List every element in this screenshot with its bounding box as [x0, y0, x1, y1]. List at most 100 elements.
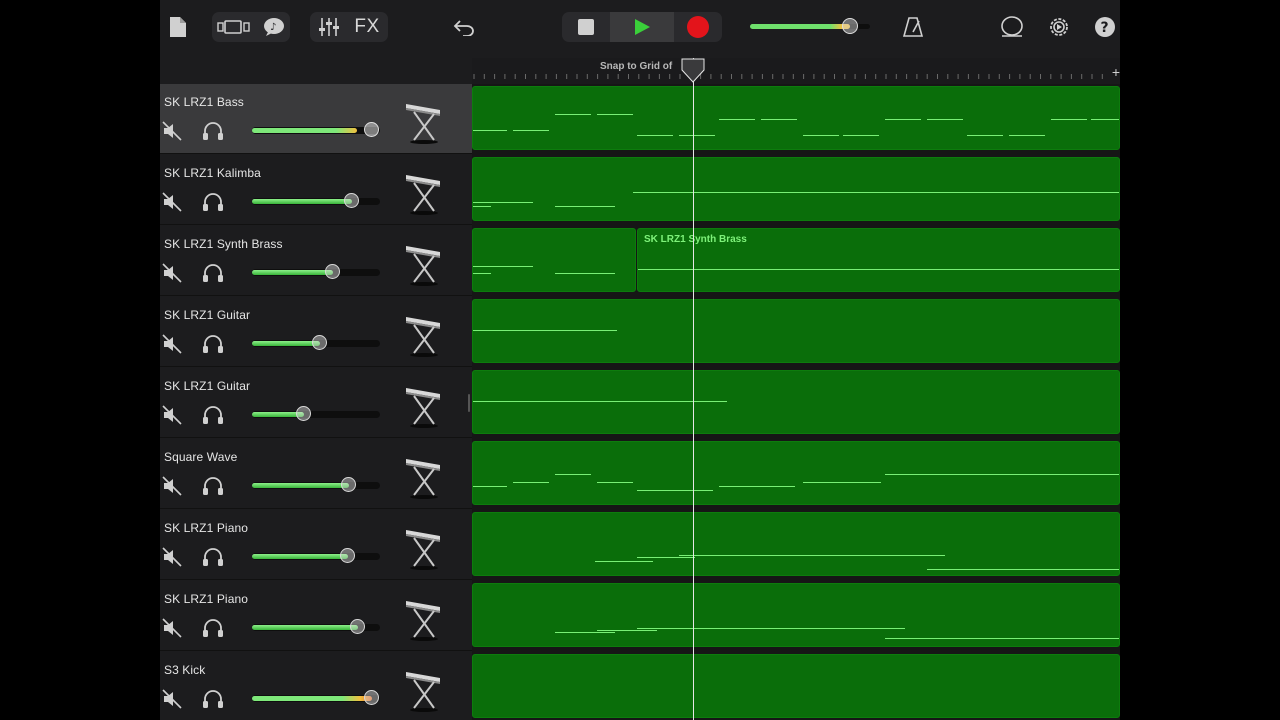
transport-controls	[562, 12, 722, 42]
track-name: SK LRZ1 Kalimba	[164, 166, 261, 180]
region-guitar-2[interactable]	[472, 370, 1120, 434]
volume-fill	[252, 554, 348, 559]
volume-fill	[252, 341, 320, 346]
mute-icon[interactable]	[162, 547, 182, 567]
mute-icon[interactable]	[162, 121, 182, 141]
region-guitar-1[interactable]	[472, 299, 1120, 363]
track-lane-guitar-1	[472, 297, 1120, 367]
headphones-icon[interactable]	[202, 547, 224, 567]
loop-browser-icon[interactable]	[998, 14, 1026, 40]
volume-knob[interactable]	[350, 619, 366, 634]
volume-knob[interactable]	[364, 122, 379, 137]
track-header[interactable]: SK LRZ1 Synth Brass	[160, 226, 472, 296]
mixer-icon[interactable]	[318, 17, 340, 37]
timeline-ruler[interactable]: +	[472, 58, 1120, 85]
volume-knob[interactable]	[340, 548, 355, 563]
master-volume-slider[interactable]	[750, 18, 870, 34]
keyboard-instrument-icon	[402, 94, 446, 146]
track-volume-slider[interactable]	[252, 122, 380, 137]
keyboard-instrument-icon	[402, 307, 446, 359]
track-lane-guitar-2	[472, 368, 1120, 438]
headphones-icon[interactable]	[202, 263, 224, 283]
track-header[interactable]: Square Wave	[160, 439, 472, 509]
headphones-icon[interactable]	[202, 618, 224, 638]
mute-icon[interactable]	[162, 689, 182, 709]
track-header[interactable]: SK LRZ1 Piano	[160, 581, 472, 651]
mute-icon[interactable]	[162, 263, 182, 283]
track-volume-slider[interactable]	[252, 335, 380, 350]
region-bass[interactable]	[472, 86, 1120, 150]
track-volume-slider[interactable]	[252, 477, 380, 492]
headphones-icon[interactable]	[202, 476, 224, 496]
track-name: SK LRZ1 Synth Brass	[164, 237, 283, 251]
track-header[interactable]: SK LRZ1 Guitar	[160, 368, 472, 438]
stop-icon[interactable]	[562, 12, 610, 42]
region-synth-brass-1[interactable]	[472, 228, 636, 292]
view-controls: ♪	[212, 12, 290, 42]
headphones-icon[interactable]	[202, 689, 224, 709]
fx-button[interactable]: FX	[354, 16, 379, 38]
track-volume-slider[interactable]	[252, 690, 380, 705]
help-icon[interactable]: ?	[1094, 16, 1116, 38]
play-icon[interactable]	[610, 12, 674, 42]
svg-text:?: ?	[1101, 20, 1109, 36]
track-header[interactable]: SK LRZ1 Piano	[160, 510, 472, 580]
record-icon[interactable]	[674, 12, 722, 42]
headphones-icon[interactable]	[202, 121, 224, 141]
add-section-icon[interactable]: +	[1112, 64, 1120, 80]
my-songs-icon[interactable]	[166, 14, 190, 40]
metronome-icon[interactable]	[900, 14, 926, 40]
region-piano-1[interactable]	[472, 512, 1120, 576]
mute-icon[interactable]	[162, 476, 182, 496]
volume-knob[interactable]	[311, 335, 327, 350]
track-header[interactable]: SK LRZ1 Guitar	[160, 297, 472, 367]
volume-fill	[252, 696, 373, 701]
volume-knob[interactable]	[343, 193, 359, 208]
track-volume-slider[interactable]	[252, 619, 380, 634]
settings-icon[interactable]	[1046, 14, 1072, 40]
loops-icon[interactable]: ♪	[263, 17, 285, 37]
volume-knob[interactable]	[341, 477, 357, 492]
headphones-icon[interactable]	[202, 192, 224, 212]
headphones-icon[interactable]	[202, 405, 224, 425]
volume-knob[interactable]	[364, 690, 380, 705]
volume-fill	[252, 483, 350, 488]
volume-fill	[252, 625, 359, 630]
keyboard-instrument-icon	[402, 165, 446, 217]
track-header[interactable]: SK LRZ1 Kalimba	[160, 155, 472, 225]
resize-handle[interactable]	[468, 394, 470, 412]
browser-icon[interactable]	[217, 19, 251, 35]
region-kalimba[interactable]	[472, 157, 1120, 221]
volume-knob[interactable]	[296, 406, 312, 421]
region-kick[interactable]	[472, 654, 1120, 718]
track-header[interactable]: S3 Kick	[160, 652, 472, 720]
playhead-handle[interactable]	[681, 58, 705, 84]
mute-icon[interactable]	[162, 618, 182, 638]
volume-fill	[252, 199, 352, 204]
mute-icon[interactable]	[162, 192, 182, 212]
track-volume-slider[interactable]	[252, 193, 380, 208]
keyboard-instrument-icon	[402, 236, 446, 288]
mute-icon[interactable]	[162, 334, 182, 354]
toolbar: ♪ FX ?	[160, 0, 1120, 56]
track-name: SK LRZ1 Bass	[164, 95, 244, 109]
track-lane-kalimba	[472, 155, 1120, 225]
region-synth-brass-2[interactable]: SK LRZ1 Synth Brass	[637, 228, 1120, 292]
undo-icon[interactable]	[450, 14, 478, 40]
track-volume-slider[interactable]	[252, 406, 380, 421]
headphones-icon[interactable]	[202, 334, 224, 354]
region-square-wave[interactable]	[472, 441, 1120, 505]
garageband-window: ♪ FX ? + Snap to Grid of SK LRZ1 Bass SK…	[160, 0, 1120, 720]
track-header[interactable]: SK LRZ1 Bass	[160, 84, 472, 154]
track-volume-slider[interactable]	[252, 264, 380, 279]
keyboard-instrument-icon	[402, 378, 446, 430]
volume-knob[interactable]	[324, 264, 340, 279]
track-lane-bass	[472, 84, 1120, 154]
track-headers: SK LRZ1 Bass SK LRZ1 Kalimba SK LRZ1 Synth…	[160, 84, 472, 720]
mute-icon[interactable]	[162, 405, 182, 425]
track-name: SK LRZ1 Piano	[164, 592, 249, 606]
track-volume-slider[interactable]	[252, 548, 380, 563]
tracks-area[interactable]: SK LRZ1 Synth Brass	[472, 84, 1120, 720]
region-piano-2[interactable]	[472, 583, 1120, 647]
track-lane-synth-brass: SK LRZ1 Synth Brass	[472, 226, 1120, 296]
